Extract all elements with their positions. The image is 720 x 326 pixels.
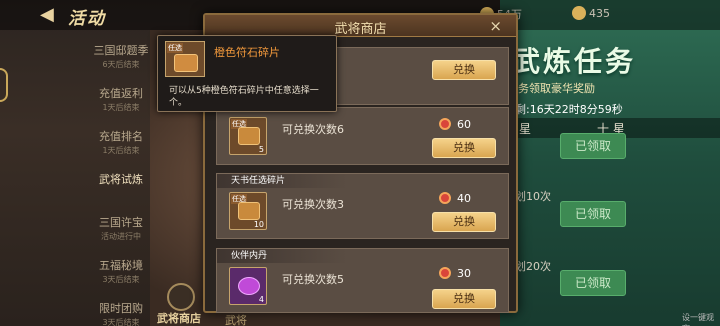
- token-icon: [439, 192, 451, 204]
- back-arrow-icon[interactable]: ◀: [40, 5, 60, 25]
- quest-timer: 剩:16天22时8分59秒: [515, 103, 623, 116]
- tooltip-item-icon: 任选: [165, 41, 205, 77]
- exchange-button[interactable]: 兑换: [432, 212, 496, 232]
- quest-row: 划10次 已领取: [515, 184, 720, 244]
- claimed-button[interactable]: 已领取: [560, 133, 626, 159]
- currency-ingot: 435: [572, 6, 610, 20]
- exchange-button[interactable]: 兑换: [432, 138, 496, 158]
- item-tooltip: 任选 橙色符石碎片 可以从5种橙色符石碎片中任意选择一个。: [157, 35, 337, 112]
- shop-item: 伙伴内丹 4 可兑换次数5 30 兑换: [216, 248, 509, 313]
- side-item-recharge-rank[interactable]: 充值排名 1天后结束: [86, 124, 156, 167]
- item-icon[interactable]: 任选 10: [229, 192, 267, 230]
- watermark: 设一键观察: [682, 313, 714, 326]
- tooltip-item-name: 橙色符石碎片: [214, 46, 280, 59]
- side-item-group-buy[interactable]: 限时团购 3天后结束: [86, 296, 156, 326]
- quest-title: 武炼任务: [512, 45, 637, 78]
- chest-icon: [238, 127, 260, 145]
- shop-item: 天书任选碎片 任选 10 可兑换次数3 40 兑换: [216, 173, 509, 239]
- tooltip-description: 可以从5种橙色符石碎片中任意选择一个。: [169, 86, 319, 108]
- modal-header: 武将商店 ×: [205, 15, 516, 37]
- currency-ingot-value: 435: [589, 6, 610, 20]
- side-item-recharge-rebate[interactable]: 充值返利 1天后结束: [86, 81, 156, 124]
- book-chest-icon: [238, 202, 260, 220]
- side-item-five-blessings[interactable]: 五福秘境 3天后结束: [86, 253, 156, 296]
- exchange-button[interactable]: 兑换: [432, 60, 496, 80]
- side-item-sanguo-season[interactable]: 三国邸题季 6天后结束: [86, 38, 156, 81]
- general-shop-label[interactable]: 武将商店: [157, 310, 201, 326]
- item-name: 伙伴内丹: [217, 249, 347, 263]
- item-icon[interactable]: 4: [229, 267, 267, 305]
- exchange-count: 可兑换次数6: [282, 123, 344, 136]
- side-item-general-trial[interactable]: 武将试炼: [86, 167, 156, 210]
- side-edge-tab[interactable]: [0, 68, 8, 102]
- shop-item: 任选 5 可兑换次数6 60 兑换: [216, 107, 509, 165]
- activity-side-menu: 三国邸题季 6天后结束 充值返利 1天后结束 充值排名 1天后结束 武将试炼 三…: [86, 38, 156, 326]
- item-price: 30: [457, 267, 471, 280]
- claimed-button[interactable]: 已领取: [560, 201, 626, 227]
- orb-icon: [238, 277, 260, 295]
- exchange-count: 可兑换次数3: [282, 198, 344, 211]
- item-icon[interactable]: 任选 5: [229, 117, 267, 155]
- quest-row: 划20次 已领取: [515, 254, 720, 314]
- ingot-icon: [572, 6, 586, 20]
- exchange-button[interactable]: 兑换: [432, 289, 496, 309]
- item-price: 40: [457, 192, 471, 205]
- token-icon: [439, 118, 451, 130]
- item-price: 60: [457, 118, 471, 131]
- general-shop-icon[interactable]: [167, 283, 195, 311]
- chest-icon: [174, 54, 198, 72]
- bottom-hint: 武将: [225, 314, 247, 326]
- page-title: 活动: [68, 9, 106, 29]
- token-icon: [439, 267, 451, 279]
- side-item-treasure[interactable]: 三国许宝 活动进行中: [86, 210, 156, 253]
- exchange-count: 可兑换次数5: [282, 273, 344, 286]
- claimed-button[interactable]: 已领取: [560, 270, 626, 296]
- item-name: 天书任选碎片: [217, 174, 347, 188]
- close-icon[interactable]: ×: [489, 17, 502, 35]
- quest-subtitle: 务领取豪华奖励: [518, 82, 595, 95]
